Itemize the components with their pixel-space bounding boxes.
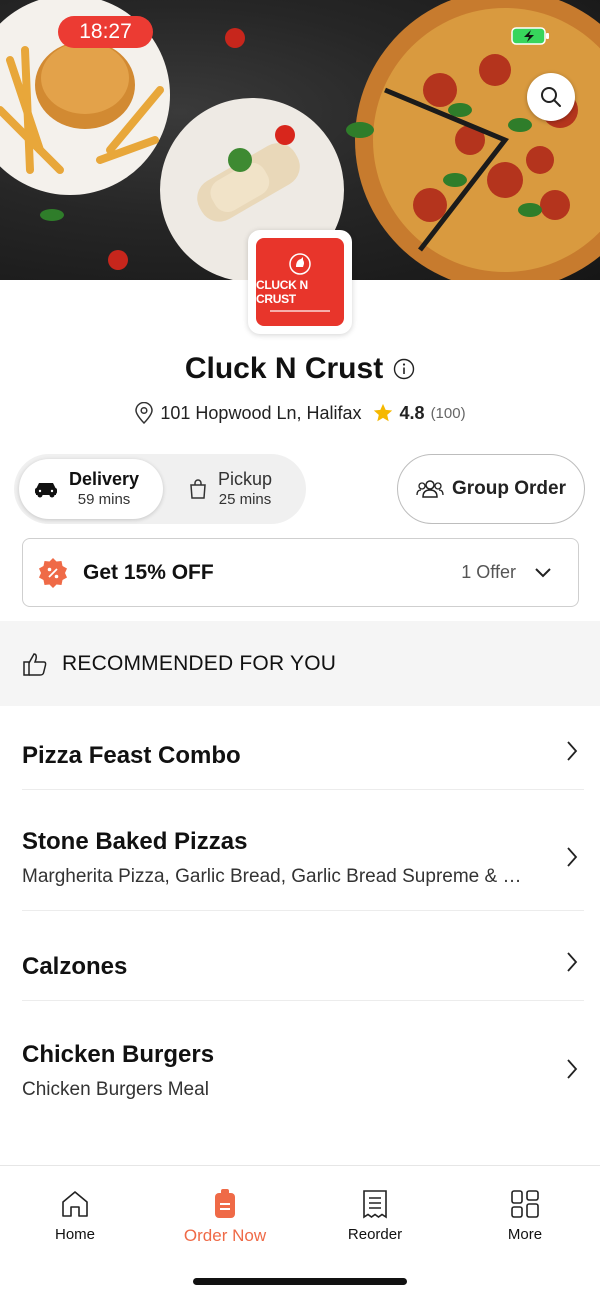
recommended-title: RECOMMENDED FOR YOU (62, 651, 337, 675)
order-mode-toggle: Delivery 59 mins Pickup 25 mins (14, 454, 306, 524)
home-icon (62, 1191, 88, 1217)
home-indicator (193, 1278, 407, 1285)
nav-more[interactable]: More (465, 1188, 585, 1243)
search-icon (541, 87, 561, 107)
category-description: Margherita Pizza, Garlic Bread, Garlic B… (22, 866, 532, 887)
offer-banner[interactable]: Get 15% OFF 1 Offer (22, 538, 579, 607)
discount-badge-icon (39, 557, 67, 588)
rating-value: 4.8 (399, 402, 425, 423)
pickup-option[interactable]: Pickup 25 mins (182, 459, 302, 519)
nav-order-now-label: Order Now (183, 1226, 267, 1245)
category-row[interactable]: Stone Baked Pizzas Margherita Pizza, Gar… (22, 790, 584, 911)
group-users-icon (416, 480, 444, 498)
nav-more-label: More (507, 1226, 543, 1243)
delivery-label: Delivery (69, 469, 140, 490)
nav-order-now[interactable]: Order Now (165, 1188, 285, 1246)
category-row[interactable]: Pizza Feast Combo (22, 706, 584, 790)
offer-count: 1 Offer (461, 562, 516, 582)
category-description: Chicken Burgers Meal (22, 1079, 209, 1100)
chevron-right-icon (567, 741, 578, 761)
star-icon (373, 403, 392, 422)
logo-text: CLUCK N CRUST (256, 278, 308, 306)
category-name: Chicken Burgers (22, 1041, 215, 1068)
restaurant-address: 101 Hopwood Ln, Halifax (160, 402, 362, 423)
nav-home[interactable]: Home (15, 1188, 135, 1243)
category-name: Pizza Feast Combo (22, 742, 241, 769)
chevron-right-icon (567, 952, 578, 972)
rating-count: (100) (430, 404, 466, 422)
nav-reorder-label: Reorder (347, 1226, 403, 1243)
grid-icon (511, 1190, 539, 1218)
category-row[interactable]: Chicken Burgers Chicken Burgers Meal (22, 1001, 584, 1121)
order-bag-icon (215, 1189, 235, 1218)
restaurant-name: Cluck N Crust (184, 352, 384, 385)
delivery-option[interactable]: Delivery 59 mins (19, 459, 163, 519)
pickup-time: 25 mins (218, 490, 272, 508)
nav-reorder[interactable]: Reorder (315, 1188, 435, 1243)
battery-charging-icon (511, 27, 549, 45)
nav-home-label: Home (54, 1226, 95, 1243)
group-order-label: Group Order (451, 478, 566, 499)
category-name: Stone Baked Pizzas (22, 828, 248, 855)
chicken-logo-icon (289, 253, 311, 275)
recommended-header: RECOMMENDED FOR YOU (0, 621, 600, 706)
shopping-bag-icon (190, 479, 206, 499)
info-icon[interactable] (393, 358, 415, 380)
delivery-time: 59 mins (77, 490, 131, 508)
thumbs-up-icon (23, 652, 47, 676)
chevron-right-icon (567, 1059, 578, 1079)
category-name: Calzones (22, 953, 128, 980)
search-button[interactable] (527, 73, 575, 121)
pickup-label: Pickup (218, 469, 273, 490)
chevron-right-icon (567, 847, 578, 867)
category-row[interactable]: Calzones (22, 911, 584, 1001)
receipt-icon (363, 1190, 387, 1219)
car-icon (35, 483, 57, 498)
restaurant-logo: CLUCK N CRUST (248, 230, 352, 334)
chevron-down-icon (535, 567, 551, 577)
status-time: 18:27 (58, 16, 153, 48)
location-pin-icon (135, 402, 154, 424)
group-order-button[interactable]: Group Order (397, 454, 585, 524)
offer-title: Get 15% OFF (83, 560, 214, 584)
